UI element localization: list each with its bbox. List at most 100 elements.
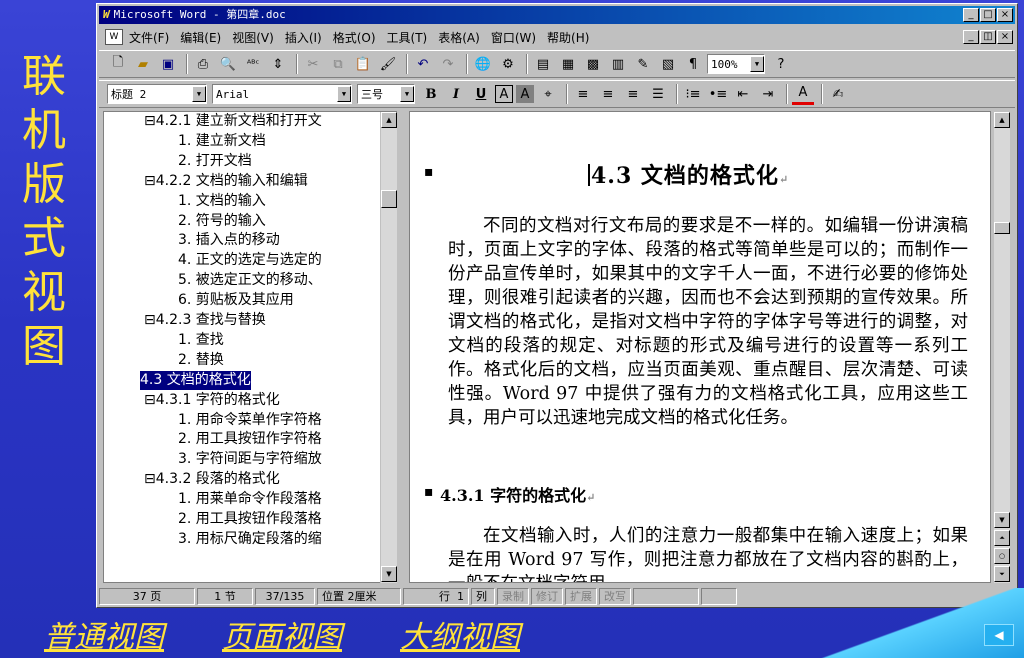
scroll-thumb[interactable] [381, 190, 397, 208]
document-map-icon[interactable]: ▧ [657, 53, 679, 75]
zoom-select[interactable]: 100% ▼ [707, 54, 765, 74]
bullets-icon[interactable]: •≡ [707, 83, 729, 105]
status-overtype[interactable]: 改写 [599, 587, 631, 605]
outline-item[interactable]: ⊟4.2.1 建立新文档和打开文 [144, 112, 322, 131]
style-select[interactable]: 标题 2 ▼ [107, 84, 207, 104]
outline-item[interactable]: 3. 插入点的移动 [178, 231, 280, 250]
char-shading-icon[interactable]: A [516, 85, 534, 103]
print-icon[interactable]: ⎙ [192, 53, 214, 75]
maximize-button[interactable]: □ [980, 8, 996, 22]
menu-window[interactable]: 窗口(W) [491, 29, 536, 46]
char-border-icon[interactable]: A [495, 85, 513, 103]
menu-insert[interactable]: 插入(I) [285, 29, 322, 46]
paste-icon[interactable]: 📋 [352, 53, 374, 75]
doc-close-button[interactable]: × [997, 30, 1013, 44]
outline-item[interactable]: 2. 符号的输入 [178, 212, 266, 231]
next-page-icon[interactable]: ⏷ [994, 566, 1010, 582]
menu-table[interactable]: 表格(A) [438, 29, 480, 46]
outline-item[interactable]: ⊟4.3.1 字符的格式化 [144, 391, 280, 410]
outline-item[interactable]: 2. 打开文档 [178, 152, 252, 171]
doc-restore-button[interactable]: ◫ [980, 30, 996, 44]
decrease-indent-icon[interactable]: ⇤ [732, 83, 754, 105]
document-scrollbar[interactable]: ▲ ▼ ⏶ ○ ⏷ [993, 112, 1010, 583]
scroll-thumb[interactable] [994, 222, 1010, 234]
outline-item[interactable]: 3. 字符间距与字符缩放 [178, 450, 322, 469]
hyperlink-icon[interactable]: 🌐 [472, 53, 494, 75]
help-icon[interactable]: ? [770, 53, 792, 75]
format-paint-icon[interactable]: ✍ [827, 83, 849, 105]
align-left-icon[interactable]: ≡ [572, 83, 594, 105]
minimize-button[interactable]: _ [963, 8, 979, 22]
italic-icon[interactable]: I [445, 83, 467, 105]
distribute-icon[interactable]: ☰ [647, 83, 669, 105]
menu-format[interactable]: 格式(O) [333, 29, 376, 46]
redo-icon[interactable]: ↷ [437, 53, 459, 75]
open-icon[interactable]: ▰ [132, 53, 154, 75]
bold-icon[interactable]: B [420, 83, 442, 105]
scroll-down-icon[interactable]: ▼ [994, 512, 1010, 528]
status-record[interactable]: 录制 [497, 587, 529, 605]
status-track[interactable]: 修订 [531, 587, 563, 605]
menu-help[interactable]: 帮助(H) [547, 29, 589, 46]
underline-icon[interactable]: U [470, 83, 492, 105]
document-icon[interactable]: W [105, 29, 123, 45]
outline-item[interactable]: 4. 正文的选定与选定的 [178, 251, 322, 270]
drawing-icon[interactable]: ✎ [632, 53, 654, 75]
insert-excel-icon[interactable]: ▩ [582, 53, 604, 75]
font-color-icon[interactable]: A [792, 83, 814, 105]
prev-page-icon[interactable]: ⏶ [994, 530, 1010, 546]
copy-icon[interactable]: ⧉ [327, 53, 349, 75]
increase-indent-icon[interactable]: ⇥ [757, 83, 779, 105]
format-painter-icon[interactable]: 🖌 [377, 53, 399, 75]
close-button[interactable]: × [997, 8, 1013, 22]
outline-item[interactable]: 1. 查找 [178, 331, 224, 350]
outline-item[interactable]: 1. 文档的输入 [178, 192, 266, 211]
scroll-down-icon[interactable]: ▼ [381, 566, 397, 582]
font-select[interactable]: Arial ▼ [212, 84, 352, 104]
outline-item[interactable]: 1. 建立新文档 [178, 132, 266, 151]
menu-file[interactable]: 文件(F) [129, 29, 169, 46]
save-icon[interactable]: ▣ [157, 53, 179, 75]
tables-borders-icon[interactable]: ▤ [532, 53, 554, 75]
doc-minimize-button[interactable]: _ [963, 30, 979, 44]
insert-table-icon[interactable]: ▦ [557, 53, 579, 75]
align-center-icon[interactable]: ≡ [597, 83, 619, 105]
print-preview-icon[interactable]: 🔍 [217, 53, 239, 75]
menu-view[interactable]: 视图(V) [232, 29, 274, 46]
numbering-icon[interactable]: ⁝≡ [682, 83, 704, 105]
format-painter-alt-icon[interactable]: ⇕ [267, 53, 289, 75]
status-extend[interactable]: 扩展 [565, 587, 597, 605]
show-hide-icon[interactable]: ¶ [682, 53, 704, 75]
scroll-up-icon[interactable]: ▲ [994, 112, 1010, 128]
outline-item[interactable]: 1. 用命令菜单作字符格 [178, 411, 322, 430]
undo-icon[interactable]: ↶ [412, 53, 434, 75]
outline-item[interactable]: 2. 替换 [178, 351, 224, 370]
outline-item[interactable]: 2. 用工具按钮作段落格 [178, 510, 322, 529]
menu-tools[interactable]: 工具(T) [387, 29, 428, 46]
outline-item[interactable]: 3. 用标尺确定段落的缩 [178, 530, 322, 549]
outline-item[interactable]: 5. 被选定正文的移动、 [178, 271, 322, 290]
scroll-up-icon[interactable]: ▲ [381, 112, 397, 128]
document-pane[interactable]: ▪ 4.3 文档的格式化↵ 不同的文档对行文布局的要求是不一样的。如编辑一份讲演… [409, 111, 991, 583]
font-size-select[interactable]: 三号 ▼ [357, 84, 415, 104]
menu-edit[interactable]: 编辑(E) [180, 29, 221, 46]
select-browse-object-icon[interactable]: ○ [994, 548, 1010, 564]
back-arrow-icon[interactable]: ◀ [984, 624, 1014, 646]
cut-icon[interactable]: ✂ [302, 53, 324, 75]
outline-item[interactable]: 1. 用莱单命令作段落格 [178, 490, 322, 509]
align-right-icon[interactable]: ≡ [622, 83, 644, 105]
outline-item[interactable]: 2. 用工具按钮作字符格 [178, 430, 322, 449]
normal-view-link[interactable]: 普通视图 [44, 612, 164, 655]
new-icon[interactable]: 🗋 [107, 53, 129, 75]
outline-view-link[interactable]: 大纲视图 [400, 612, 520, 655]
outline-item[interactable]: ⊟4.2.2 文档的输入和编辑 [144, 172, 308, 191]
page-view-link[interactable]: 页面视图 [222, 612, 342, 655]
char-scale-icon[interactable]: ⌖ [537, 83, 559, 105]
web-toolbar-icon[interactable]: ⚙ [497, 53, 519, 75]
spelling-icon[interactable]: ᴬᴮᶜ [242, 53, 264, 75]
outline-item[interactable]: 4.3 文档的格式化 [140, 370, 251, 390]
outline-item[interactable]: ⊟4.2.3 查找与替换 [144, 311, 266, 330]
outline-item[interactable]: ⊟4.3.2 段落的格式化 [144, 470, 280, 489]
columns-icon[interactable]: ▥ [607, 53, 629, 75]
outline-item[interactable]: 6. 剪贴板及其应用 [178, 291, 294, 310]
